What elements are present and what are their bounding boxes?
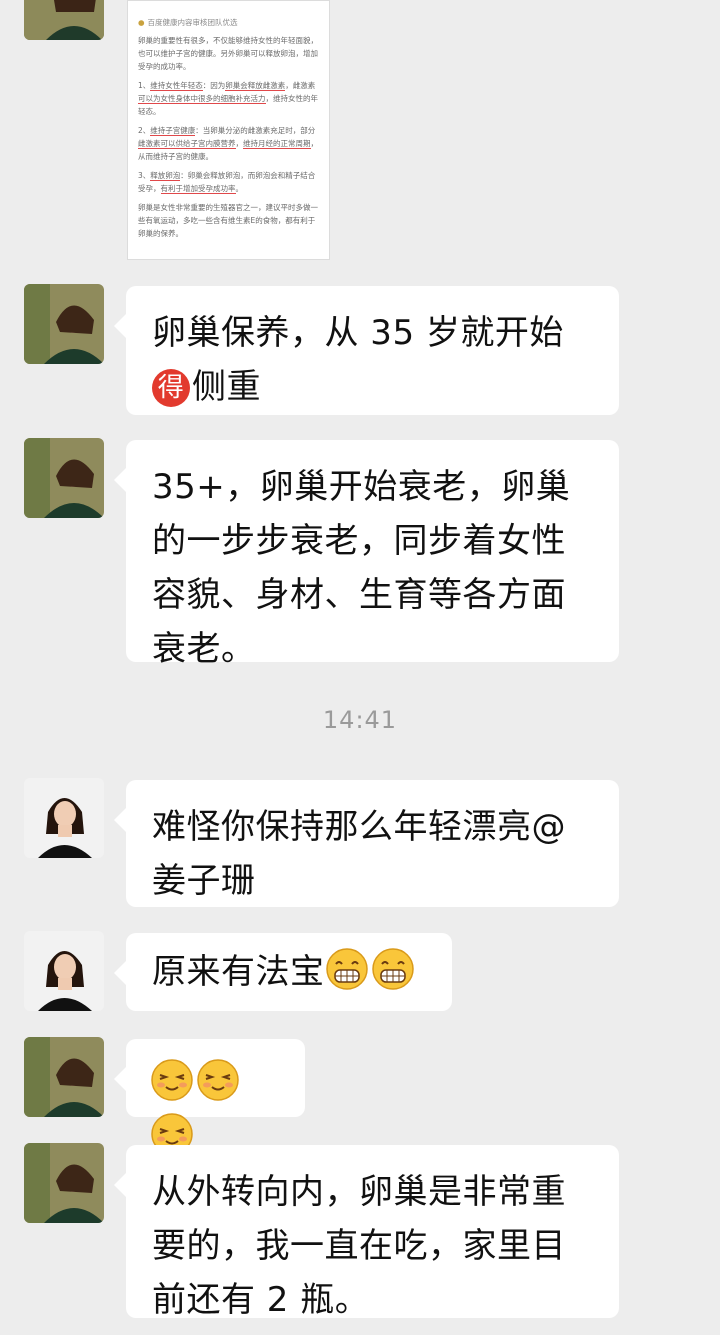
message-bubble-compliment[interactable]: 难怪你保持那么年轻漂亮@姜子珊 [114, 780, 619, 907]
article-point-3: 3、释放卵泡：卵巢会释放卵泡，而卵泡会和精子结合受孕，有利于增加受孕成功率。 [138, 171, 316, 194]
avatar-woman-black-top[interactable] [24, 778, 104, 858]
avatar-woman-green-dress[interactable] [24, 438, 104, 518]
chat-timestamp: 14:41 [322, 706, 398, 734]
de-badge-icon: 得 [152, 369, 190, 407]
message-bubble-ovary-care[interactable]: 卵巢保养，从 35 岁就开始得侧重 [114, 286, 619, 415]
avatar-woman-green-dress[interactable] [24, 1037, 104, 1117]
shared-article-card[interactable]: ● 百度健康内容审核团队优选 卵巢的重要性有很多，不仅能够维持女性的年轻面貌，也可… [127, 0, 330, 260]
avatar-woman-green-dress[interactable] [24, 1143, 104, 1223]
article-source: ● 百度健康内容审核团队优选 [138, 18, 238, 27]
grin-emoji-icon [325, 947, 369, 991]
shy-smile-emoji-icon [150, 1058, 194, 1102]
article-point-1: 1、维持女性年轻态：因为卵巢会释放雌激素，雌激素可以为女性身体中很多的细胞补充活… [138, 81, 318, 116]
avatar-woman-green-dress[interactable] [24, 284, 104, 364]
article-point-2: 2、维持子宫健康：当卵巢分泌的雌激素充足时，部分雌激素可以供给子宫内膜营养，维持… [138, 126, 318, 161]
message-bubble-aging[interactable]: 35+，卵巢开始衰老，卵巢的一步步衰老，同步着女性容貌、身材、生育等各方面衰老。 [114, 440, 619, 669]
source-badge-icon: ● [138, 18, 145, 27]
shy-smile-emoji-icon [196, 1058, 240, 1102]
avatar-woman-black-top[interactable] [24, 931, 104, 1011]
message-bubble-secret[interactable]: 原来有法宝 [114, 933, 452, 1011]
article-paragraph: 卵巢的重要性有很多，不仅能够维持女性的年轻面貌，也可以维护子宫的健康。另外卵巢可… [138, 36, 318, 71]
article-paragraph-summary: 卵巢是女性非常重要的生殖器官之一，建议平时多做一些有氧运动，多吃一些含有维生素E… [138, 203, 318, 238]
grin-emoji-icon [371, 947, 415, 991]
message-bubble-emoji-only[interactable] [114, 1039, 305, 1155]
avatar-top-partial[interactable] [24, 0, 104, 40]
message-bubble-from-inside-out[interactable]: 从外转向内，卵巢是非常重要的，我一直在吃，家里目前还有 2 瓶。 [114, 1145, 619, 1320]
